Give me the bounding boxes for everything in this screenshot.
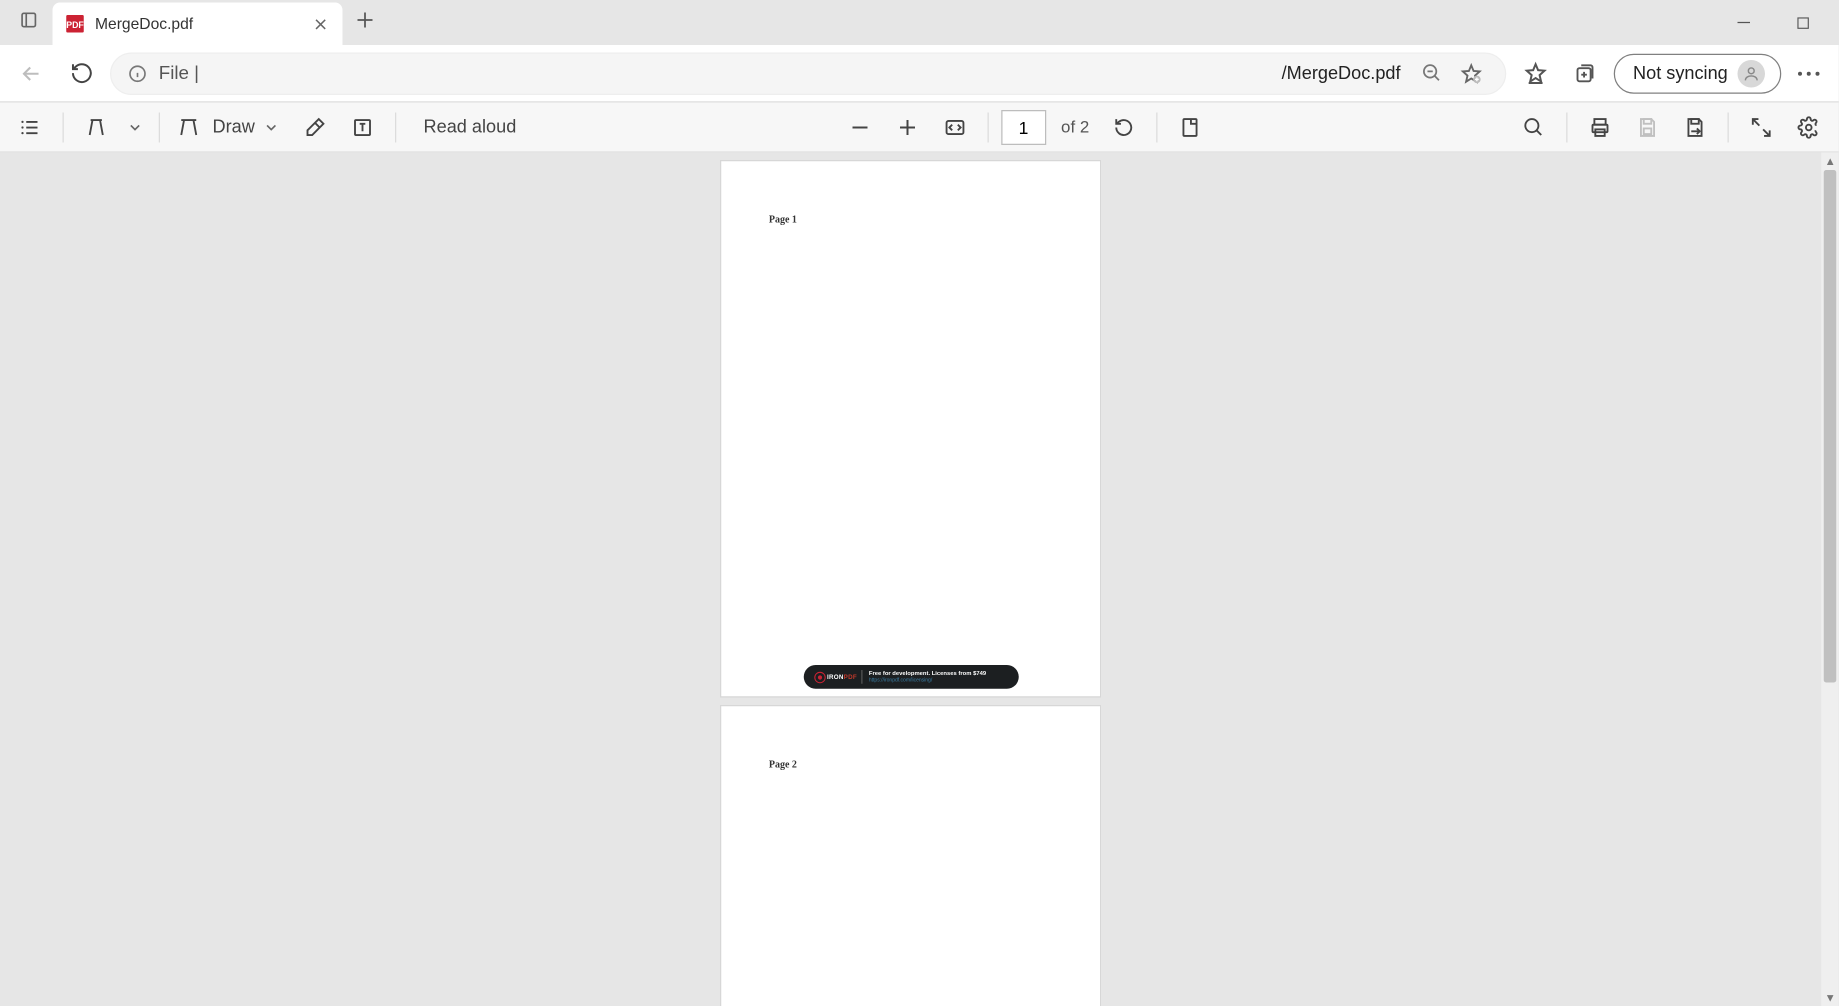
read-aloud-button[interactable]: Read aloud (409, 107, 537, 147)
rotate-button[interactable] (1104, 107, 1144, 147)
watermark-divider (861, 670, 862, 684)
window-minimize-button[interactable] (1715, 4, 1773, 42)
save-as-button[interactable] (1675, 107, 1715, 147)
browser-toolbar: File | /MergeDoc.pdf Not syncing (0, 45, 1839, 103)
toolbar-divider (1157, 112, 1158, 142)
scroll-down-button[interactable]: ▼ (1821, 988, 1839, 1006)
settings-and-more-button[interactable] (1789, 53, 1829, 93)
reload-button[interactable] (60, 52, 103, 95)
fit-width-button[interactable] (935, 107, 975, 147)
pdf-toolbar: Draw Read aloud of 2 (0, 103, 1839, 153)
pdf-file-icon: PDF (65, 14, 85, 34)
pdf-viewer[interactable]: Page 1 IRONPDF Free for development. Lic… (0, 153, 1821, 1006)
page-1-heading: Page 1 (769, 214, 797, 225)
pdf-page-2[interactable]: Page 2 (720, 705, 1101, 1006)
profile-avatar-icon (1738, 59, 1766, 87)
address-bar-left-text: File | (159, 63, 199, 84)
toolbar-divider (395, 112, 396, 142)
highlight-chevron-button[interactable] (124, 107, 147, 147)
browser-tab[interactable]: PDF MergeDoc.pdf (53, 3, 343, 46)
collections-button[interactable] (1564, 52, 1607, 95)
pdf-page-1[interactable]: Page 1 IRONPDF Free for development. Lic… (720, 160, 1101, 698)
toolbar-divider (63, 112, 64, 142)
svg-text:PDF: PDF (66, 20, 84, 30)
watermark-text: Free for development. Licenses from $749… (869, 671, 986, 682)
new-tab-button[interactable] (343, 0, 388, 40)
window-maximize-button[interactable] (1774, 4, 1832, 42)
ironpdf-logo-iron: IRON (827, 673, 844, 681)
site-info-icon[interactable] (126, 62, 149, 85)
browser-tab-strip: PDF MergeDoc.pdf (0, 0, 1839, 45)
highlight-button[interactable] (76, 107, 116, 147)
scroll-up-button[interactable]: ▲ (1821, 153, 1839, 171)
tab-actions-button[interactable] (5, 0, 53, 40)
zoom-out-indicator-icon[interactable] (1413, 54, 1451, 92)
add-text-button[interactable] (342, 107, 382, 147)
zoom-out-button[interactable] (840, 107, 880, 147)
pdf-settings-button[interactable] (1789, 107, 1829, 147)
favorites-button[interactable] (1514, 52, 1557, 95)
page-total-label: of 2 (1061, 118, 1089, 137)
toolbar-divider (1567, 112, 1568, 142)
back-button[interactable] (10, 52, 53, 95)
contents-button[interactable] (10, 107, 50, 147)
tab-title: MergeDoc.pdf (95, 15, 300, 33)
ironpdf-logo-pdf: PDF (844, 673, 857, 681)
toolbar-divider (159, 112, 160, 142)
ironpdf-watermark: IRONPDF Free for development. Licenses f… (804, 665, 1019, 689)
address-bar-right-text: /MergeDoc.pdf (1282, 63, 1401, 83)
ironpdf-logo: IRONPDF (811, 669, 859, 685)
toolbar-divider (1728, 112, 1729, 142)
add-favorite-button[interactable] (1453, 54, 1491, 92)
watermark-line2: https://ironpdf.com/licensing/ (869, 677, 986, 682)
pdf-toolbar-right (1514, 107, 1829, 147)
read-aloud-label: Read aloud (414, 117, 527, 137)
close-tab-button[interactable] (310, 14, 330, 34)
draw-button-label: Draw (213, 117, 255, 137)
page-2-heading: Page 2 (769, 759, 797, 770)
fullscreen-button[interactable] (1742, 107, 1782, 147)
profile-sync-button[interactable]: Not syncing (1614, 53, 1781, 93)
erase-button[interactable] (295, 107, 335, 147)
window-controls (1715, 0, 1834, 45)
sync-label: Not syncing (1633, 63, 1728, 83)
address-bar-tools (1413, 54, 1491, 92)
viewer-scrollbar[interactable]: ▲ ▼ (1821, 153, 1839, 1006)
zoom-in-button[interactable] (887, 107, 927, 147)
page-number-input[interactable] (1001, 109, 1046, 144)
find-button[interactable] (1514, 107, 1554, 147)
save-button[interactable] (1628, 107, 1668, 147)
page-view-button[interactable] (1170, 107, 1210, 147)
draw-button[interactable]: Draw (173, 107, 288, 147)
toolbar-divider (987, 112, 988, 142)
address-bar[interactable]: File | /MergeDoc.pdf (110, 52, 1507, 95)
scrollbar-thumb[interactable] (1824, 170, 1837, 682)
print-button[interactable] (1580, 107, 1620, 147)
